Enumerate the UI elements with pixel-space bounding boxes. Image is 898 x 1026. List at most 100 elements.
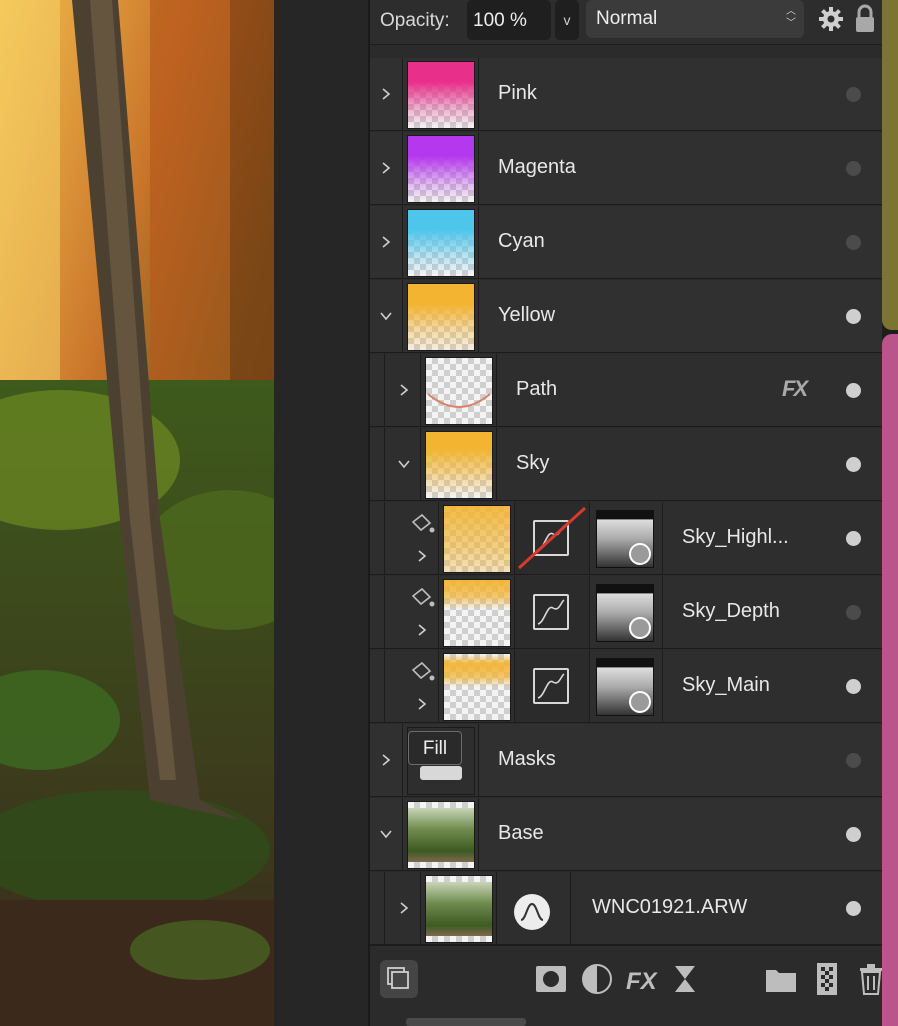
opacity-input[interactable]: 100 %	[467, 0, 551, 40]
mask-thumbnail[interactable]	[596, 510, 654, 568]
gear-icon[interactable]	[816, 4, 846, 34]
opacity-label: Opacity:	[380, 10, 450, 31]
blend-mode-select[interactable]: Normal ︿ ﹀	[586, 0, 804, 38]
chevron-down-icon[interactable]	[396, 456, 412, 472]
layers-bottom-toolbar: FX	[370, 945, 884, 1016]
layer-name: Sky_Depth	[682, 600, 780, 622]
path-stroke-preview	[427, 393, 491, 408]
chevron-down-icon[interactable]	[378, 308, 394, 324]
layer-stack-button[interactable]	[380, 960, 418, 998]
layer-name: Path	[516, 378, 558, 400]
add-group-button[interactable]	[762, 960, 800, 998]
curves-icon	[533, 668, 569, 704]
layer-thumbnail	[425, 875, 493, 943]
hourglass-icon	[675, 966, 695, 992]
fx-icon[interactable]: FX	[782, 376, 808, 402]
stepper-icon: ︿ ﹀	[786, 6, 796, 29]
panel-gutter	[274, 0, 368, 1026]
visibility-toggle[interactable]	[846, 309, 861, 324]
layer-name: Masks	[498, 748, 556, 770]
adjustments-button[interactable]	[578, 960, 616, 998]
chevron-down-icon[interactable]	[378, 826, 394, 842]
curves-adjustment[interactable]	[515, 650, 589, 722]
add-mask-button[interactable]	[532, 960, 570, 998]
layer-thumbnail	[407, 801, 475, 869]
visibility-toggle[interactable]	[846, 901, 861, 916]
visibility-toggle[interactable]	[846, 457, 861, 472]
opacity-dropdown-button[interactable]: v	[555, 0, 579, 40]
visibility-toggle[interactable]	[846, 753, 861, 768]
layer-name: Yellow	[498, 304, 556, 326]
visibility-toggle[interactable]	[846, 235, 861, 250]
layer-thumbnail	[407, 61, 475, 129]
layer-thumbnail	[425, 357, 493, 425]
adjustment-icon	[582, 964, 612, 994]
svg-text:FX: FX	[626, 968, 659, 995]
visibility-toggle[interactable]	[846, 605, 861, 620]
fill-icon[interactable]	[410, 586, 436, 610]
layer-row-sky[interactable]: Sky	[370, 428, 882, 501]
pixel-layer-icon	[817, 963, 837, 995]
layer-row-cyan[interactable]: Cyan	[370, 206, 882, 279]
curves-adjustment[interactable]	[515, 576, 589, 648]
live-filter-button[interactable]	[666, 960, 704, 998]
layers-panel: Opacity: 100 % v Normal ︿ ﹀ Pink Magenta…	[368, 0, 884, 1026]
blend-mode-value: Normal	[596, 8, 658, 29]
visibility-toggle[interactable]	[846, 383, 861, 398]
document-canvas[interactable]	[0, 0, 274, 1026]
chevron-right-icon[interactable]	[414, 548, 430, 564]
layer-row-pink[interactable]: Pink	[370, 58, 882, 131]
fill-icon[interactable]	[410, 512, 436, 536]
fill-icon[interactable]	[410, 660, 436, 684]
layer-name: Magenta	[498, 156, 576, 178]
layer-row-path[interactable]: Path FX	[370, 354, 882, 427]
layer-thumbnail	[425, 431, 493, 499]
layer-row-sky-highlights[interactable]: Sky_Highl...	[370, 502, 882, 575]
layer-row-sky-depth[interactable]: Sky_Depth	[370, 576, 882, 649]
layer-thumbnail	[443, 505, 511, 573]
layer-thumbnail	[407, 209, 475, 277]
layer-name: Sky	[516, 452, 550, 474]
chevron-right-icon[interactable]	[378, 160, 394, 176]
visibility-toggle[interactable]	[846, 87, 861, 102]
chevron-right-icon[interactable]	[396, 900, 412, 916]
layer-name: Pink	[498, 82, 537, 104]
chevron-right-icon[interactable]	[396, 382, 412, 398]
fx-button[interactable]: FX	[622, 960, 660, 998]
chevron-right-icon[interactable]	[414, 622, 430, 638]
mask-thumbnail[interactable]	[596, 584, 654, 642]
layers-icon	[387, 967, 409, 989]
layers-toolbar: Opacity: 100 % v Normal ︿ ﹀	[370, 0, 884, 45]
visibility-toggle[interactable]	[846, 679, 861, 694]
layer-row-yellow[interactable]: Yellow	[370, 280, 882, 353]
chevron-right-icon[interactable]	[378, 234, 394, 250]
curves-icon	[533, 594, 569, 630]
layer-row-magenta[interactable]: Magenta	[370, 132, 882, 205]
mask-icon	[536, 966, 566, 992]
chevron-right-icon[interactable]	[378, 86, 394, 102]
visibility-toggle[interactable]	[846, 827, 861, 842]
visibility-toggle[interactable]	[846, 531, 861, 546]
layer-row-raw[interactable]: WNC01921.ARW	[370, 872, 882, 945]
mask-thumbnail[interactable]	[596, 658, 654, 716]
live-filter-icon[interactable]	[514, 894, 550, 930]
curves-adjustment[interactable]	[515, 502, 589, 574]
visibility-toggle[interactable]	[846, 161, 861, 176]
fx-icon: FX	[626, 968, 659, 995]
lock-icon[interactable]	[854, 4, 876, 34]
chevron-right-icon[interactable]	[414, 696, 430, 712]
layer-name: WNC01921.ARW	[592, 896, 748, 918]
horizontal-scrollbar[interactable]	[406, 1018, 526, 1026]
disabled-strike-icon	[517, 506, 587, 570]
folder-icon	[766, 970, 796, 992]
opacity-value: 100 %	[473, 10, 527, 31]
layer-thumbnail	[443, 653, 511, 721]
layer-row-sky-main[interactable]: Sky_Main	[370, 650, 882, 723]
color-strip-pink	[882, 334, 898, 1026]
add-pixel-layer-button[interactable]	[808, 960, 846, 998]
layer-row-base[interactable]: Base	[370, 798, 882, 871]
layer-name: Sky_Highl...	[682, 526, 789, 548]
chevron-right-icon[interactable]	[378, 752, 394, 768]
color-strip-yellow	[882, 0, 898, 330]
forest-photo	[0, 0, 274, 1026]
